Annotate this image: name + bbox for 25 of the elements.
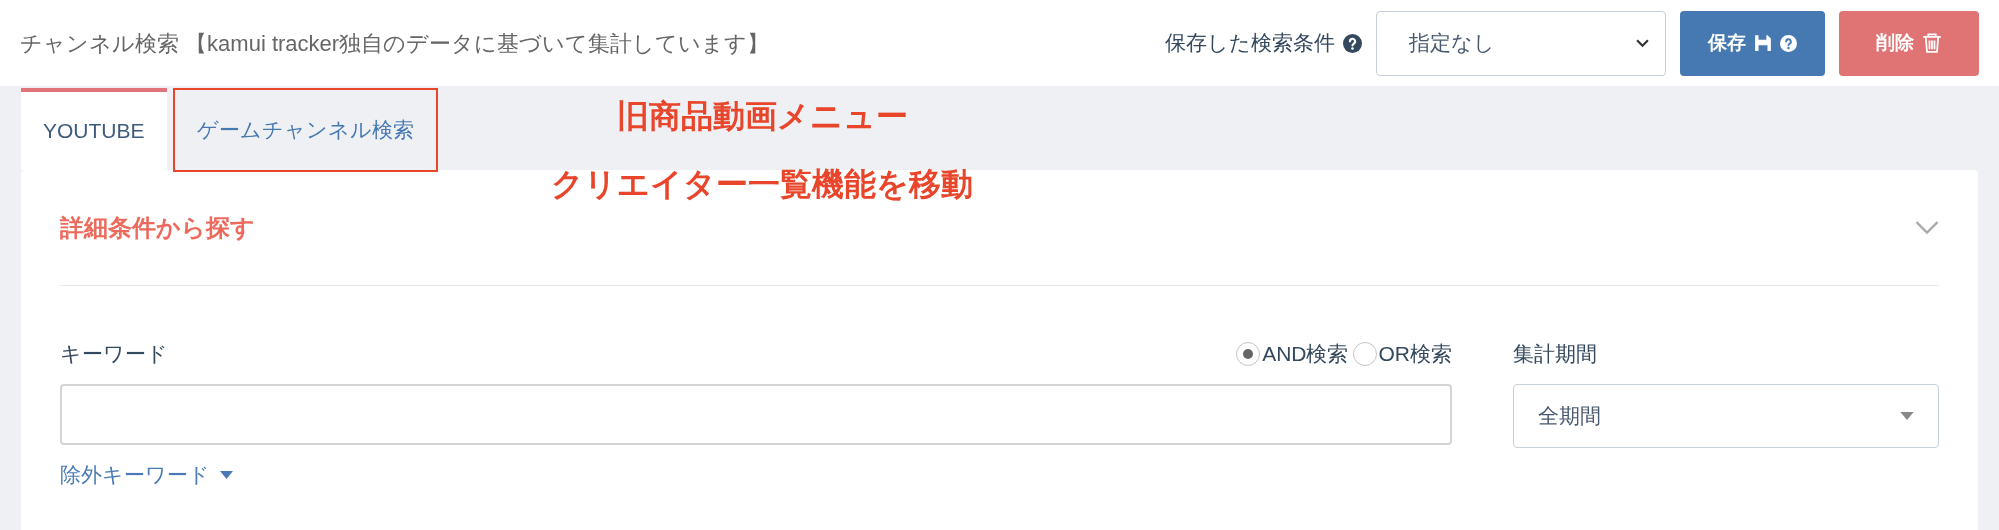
caret-down-icon xyxy=(220,470,233,479)
annotation-text: クリエイター一覧機能を移動 xyxy=(551,165,973,204)
help-icon xyxy=(1780,34,1797,52)
saved-conditions-select[interactable]: 指定なし xyxy=(1376,10,1666,76)
chevron-down-icon[interactable] xyxy=(1915,220,1939,235)
saved-conditions-label: 保存した検索条件 xyxy=(1165,30,1335,57)
radio-option[interactable]: OR検索 xyxy=(1352,338,1452,370)
save-button[interactable]: 保存 xyxy=(1680,10,1825,76)
trash-icon xyxy=(1922,33,1942,53)
caret-down-icon xyxy=(1900,412,1914,420)
tab[interactable]: YOUTUBE xyxy=(21,88,167,170)
chevron-down-icon xyxy=(1636,38,1649,48)
page-title: チャンネル検索 【kamui tracker独自のデータに基づいて集計しています】 xyxy=(20,29,770,58)
radio-button[interactable] xyxy=(1352,342,1377,366)
help-icon xyxy=(1343,33,1362,53)
period-select[interactable]: 全期間 xyxy=(1513,384,1939,448)
keyword-label: キーワード xyxy=(60,341,168,368)
panel-title: 詳細条件から探す xyxy=(60,212,255,243)
radio-option[interactable]: AND検索 xyxy=(1236,338,1349,370)
exclude-keyword-link[interactable]: 除外キーワード xyxy=(60,459,233,491)
tab[interactable]: ゲームチャンネル検索 xyxy=(174,90,436,170)
keyword-input[interactable] xyxy=(60,384,1452,445)
period-label: 集計期間 xyxy=(1513,341,1598,368)
radio-button[interactable] xyxy=(1236,342,1261,366)
annotation-text: 旧商品動画メニュー xyxy=(616,97,908,136)
